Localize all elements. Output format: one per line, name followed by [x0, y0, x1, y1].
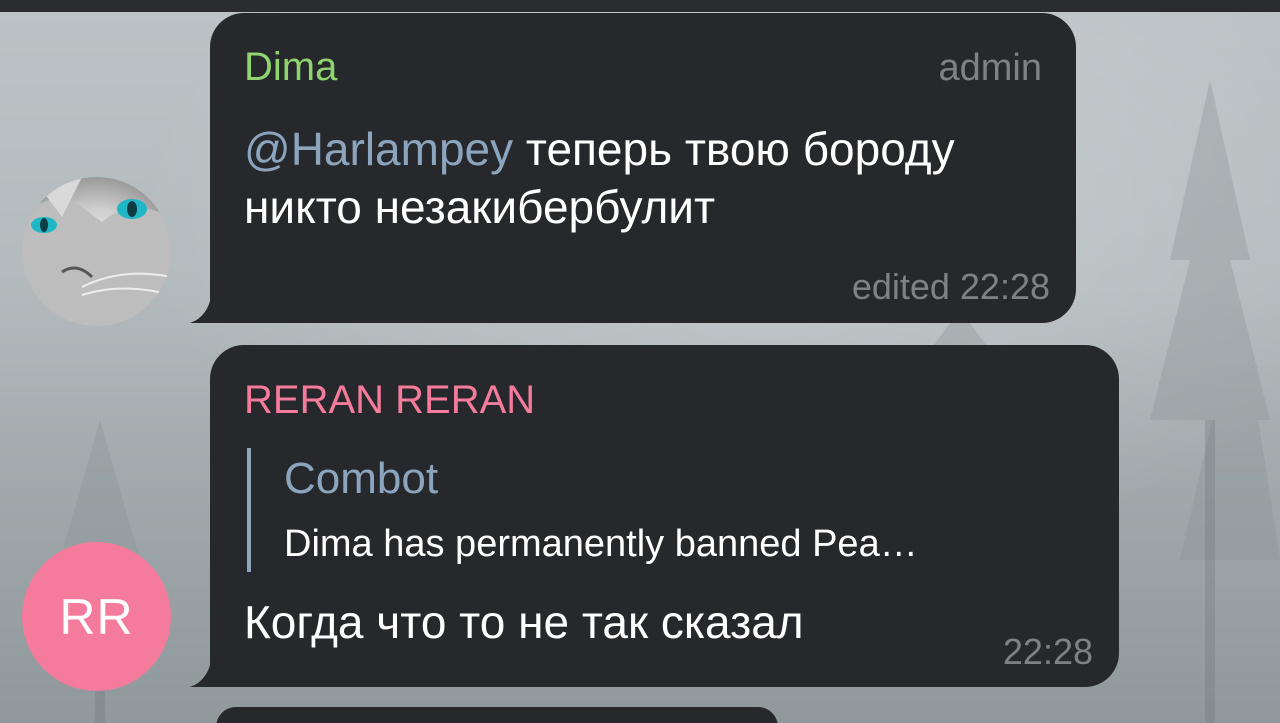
sender-avatar[interactable] — [22, 177, 171, 326]
sender-avatar-initials[interactable]: RR — [22, 542, 171, 691]
message-bubble-partial[interactable] — [216, 707, 778, 723]
sender-name[interactable]: RERAN RERAN — [244, 378, 535, 423]
cat-avatar-icon — [22, 177, 171, 326]
reply-sender-name: Combot — [284, 454, 439, 503]
sender-name[interactable]: Dima — [244, 45, 337, 90]
top-app-bar — [0, 0, 1280, 12]
reply-text: Dima has permanently banned Pea… — [284, 523, 918, 565]
bubble-tail — [190, 293, 220, 323]
admin-badge: admin — [938, 47, 1043, 89]
message-text: Когда что то не так сказал — [244, 596, 804, 648]
message-text: @Harlampey теперь твою бороду никто неза… — [244, 120, 1044, 236]
message-bubble[interactable]: Dima admin @Harlampey теперь твою бороду… — [190, 13, 1076, 323]
user-mention-link[interactable]: @Harlampey — [244, 123, 513, 175]
message-time: 22:28 — [1002, 631, 1093, 672]
message-bubble[interactable]: RERAN RERAN Combot Dima has permanently … — [190, 345, 1119, 687]
reply-preview[interactable]: Combot Dima has permanently banned Pea… — [247, 448, 1087, 572]
bubble-tail — [190, 657, 220, 687]
message-status: edited 22:28 — [851, 266, 1050, 307]
